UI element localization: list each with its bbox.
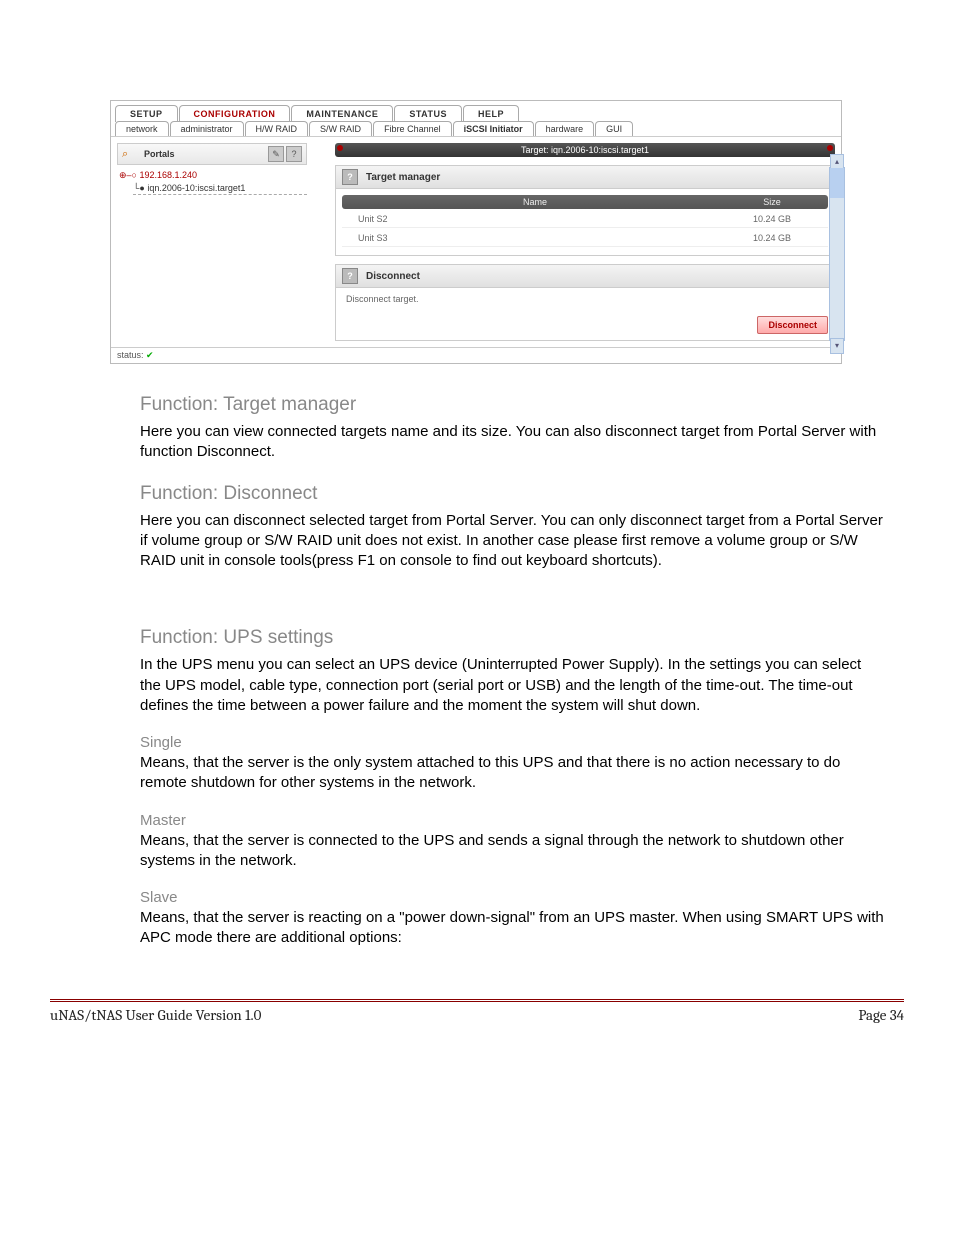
col-name-header: Name xyxy=(348,197,722,207)
portals-header: ⌕ Portals ✎ ? xyxy=(117,143,307,165)
subtab-network[interactable]: network xyxy=(115,121,169,136)
help-icon[interactable]: ? xyxy=(286,146,302,162)
disconnect-title: Disconnect xyxy=(366,271,420,282)
paragraph: Means, that the server is connected to t… xyxy=(140,831,884,872)
help-icon[interactable]: ? xyxy=(342,268,358,284)
left-panel: ⌕ Portals ✎ ? ⊕–○ 192.168.1.240 └● iqn.2… xyxy=(113,139,311,345)
tree-target-node[interactable]: └● iqn.2006-10:iscsi.target1 xyxy=(133,182,307,195)
paragraph: Means, that the server is reacting on a … xyxy=(140,908,884,949)
check-icon: ✔ xyxy=(146,350,154,360)
subheading-single: Single xyxy=(140,734,884,751)
app-screenshot: SETUP CONFIGURATION MAINTENANCE STATUS H… xyxy=(110,100,842,364)
footer-right: Page 34 xyxy=(858,1006,904,1024)
target-manager-panel: ? Target manager Name Size Unit S2 10.24… xyxy=(335,165,835,256)
portals-tree: ⊕–○ 192.168.1.240 └● iqn.2006-10:iscsi.t… xyxy=(117,169,307,195)
main-tabs: SETUP CONFIGURATION MAINTENANCE STATUS H… xyxy=(111,101,841,122)
table-header: Name Size xyxy=(342,195,828,209)
document-body: Function: Target manager Here you can vi… xyxy=(50,394,904,949)
unit-size: 10.24 GB xyxy=(722,214,822,224)
page-footer: uNAS/tNAS User Guide Version 1.0 Page 34 xyxy=(50,999,904,1024)
scrollbar[interactable]: ▴ ▾ xyxy=(829,167,845,341)
subtab-hw-raid[interactable]: H/W RAID xyxy=(245,121,309,136)
subtab-fibre-channel[interactable]: Fibre Channel xyxy=(373,121,452,136)
scroll-down-icon[interactable]: ▾ xyxy=(830,338,844,354)
tab-status[interactable]: STATUS xyxy=(394,105,462,122)
paragraph: Means, that the server is the only syste… xyxy=(140,753,884,794)
tab-help[interactable]: HELP xyxy=(463,105,519,122)
scroll-thumb[interactable] xyxy=(830,168,844,198)
target-manager-title: Target manager xyxy=(366,172,440,183)
tab-setup[interactable]: SETUP xyxy=(115,105,178,122)
heading-disconnect: Function: Disconnect xyxy=(140,483,884,505)
table-row[interactable]: Unit S3 10.24 GB xyxy=(342,230,828,247)
edit-icon[interactable]: ✎ xyxy=(268,146,284,162)
heading-ups-settings: Function: UPS settings xyxy=(140,627,884,649)
subheading-master: Master xyxy=(140,812,884,829)
subtab-sw-raid[interactable]: S/W RAID xyxy=(309,121,372,136)
status-bar: status: ✔ xyxy=(111,347,841,363)
sub-tabs: network administrator H/W RAID S/W RAID … xyxy=(111,121,841,137)
tab-maintenance[interactable]: MAINTENANCE xyxy=(291,105,393,122)
disconnect-panel: ? Disconnect Disconnect target. Disconne… xyxy=(335,264,835,341)
help-icon[interactable]: ? xyxy=(342,169,358,185)
paragraph: Here you can disconnect selected target … xyxy=(140,511,884,572)
right-panel: Target: iqn.2006-10:iscsi.target1 ? Targ… xyxy=(311,139,839,345)
subtab-gui[interactable]: GUI xyxy=(595,121,633,136)
footer-left: uNAS/tNAS User Guide Version 1.0 xyxy=(50,1006,261,1024)
tree-ip-node[interactable]: ⊕–○ 192.168.1.240 xyxy=(119,169,307,182)
unit-size: 10.24 GB xyxy=(722,233,822,243)
subheading-slave: Slave xyxy=(140,889,884,906)
table-row[interactable]: Unit S2 10.24 GB xyxy=(342,211,828,228)
disconnect-button[interactable]: Disconnect xyxy=(757,316,828,334)
target-header-bar: Target: iqn.2006-10:iscsi.target1 xyxy=(335,143,835,157)
paragraph: Here you can view connected targets name… xyxy=(140,422,884,463)
subtab-iscsi-initiator[interactable]: iSCSI Initiator xyxy=(453,121,534,136)
disconnect-text: Disconnect target. xyxy=(336,288,834,310)
unit-name: Unit S2 xyxy=(348,214,722,224)
unit-name: Unit S3 xyxy=(348,233,722,243)
col-size-header: Size xyxy=(722,197,822,207)
subtab-administrator[interactable]: administrator xyxy=(170,121,244,136)
search-icon: ⌕ xyxy=(122,148,128,161)
heading-target-manager: Function: Target manager xyxy=(140,394,884,416)
tab-configuration[interactable]: CONFIGURATION xyxy=(179,105,291,122)
paragraph: In the UPS menu you can select an UPS de… xyxy=(140,655,884,716)
subtab-hardware[interactable]: hardware xyxy=(535,121,595,136)
portals-title: Portals xyxy=(144,149,175,159)
